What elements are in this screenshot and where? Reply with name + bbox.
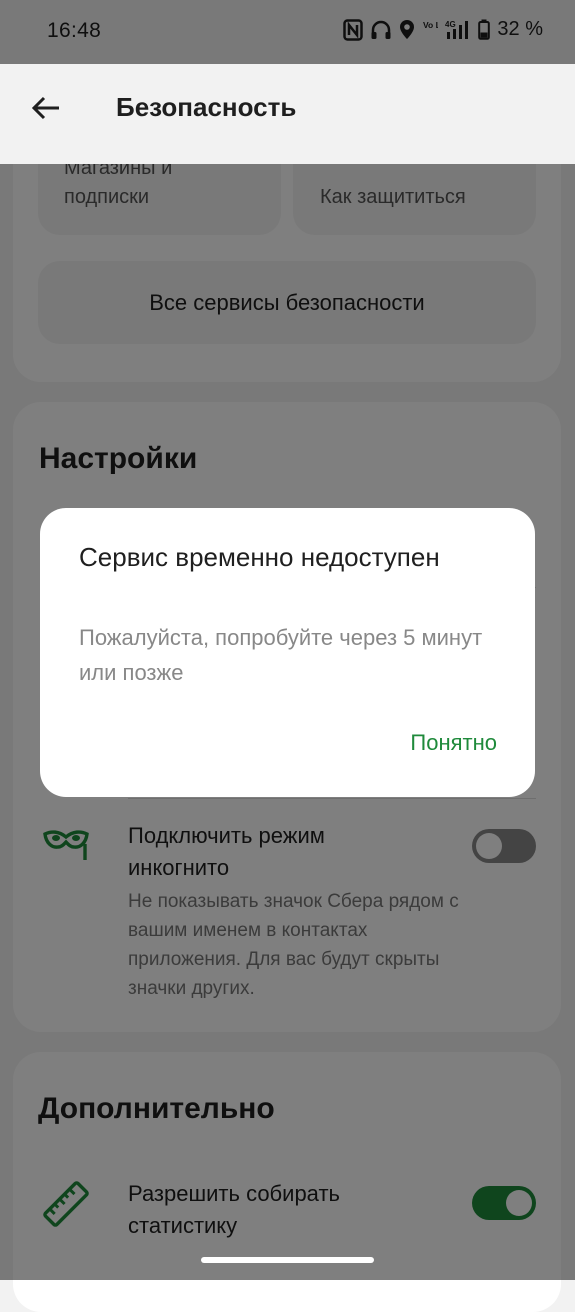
dialog-ok-button[interactable]: Понятно — [410, 730, 497, 756]
back-button[interactable] — [26, 88, 66, 128]
page-title: Безопасность — [116, 92, 297, 122]
dialog-title: Сервис временно недоступен — [79, 542, 440, 572]
dialog-message: Пожалуйста, попробуйте через 5 минут или… — [79, 625, 483, 685]
arrow-back-icon — [31, 96, 59, 120]
home-indicator[interactable] — [201, 1257, 374, 1263]
app-bar-overlay: Безопасность — [0, 64, 575, 164]
service-unavailable-dialog: Сервис временно недоступен Пожалуйста, п… — [40, 508, 535, 797]
